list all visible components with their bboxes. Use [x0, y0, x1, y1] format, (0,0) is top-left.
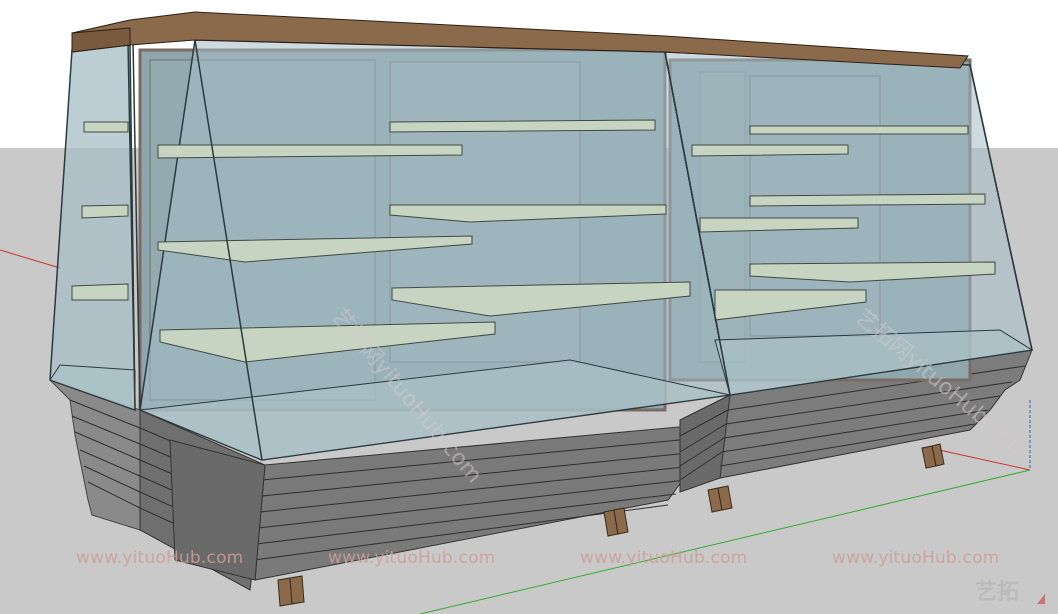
watermark-3: www.yituoHub.com: [580, 548, 748, 568]
3d-scene[interactable]: [0, 0, 1058, 614]
logo-mark-icon: [1037, 594, 1045, 604]
watermark-1: www.yituoHub.com: [76, 548, 244, 568]
watermark-4: www.yituoHub.com: [832, 548, 1000, 568]
watermark-2: www.yituoHub.com: [328, 548, 496, 568]
logo: 艺拓: [975, 580, 1020, 605]
viewport[interactable]: 艺拓网yituoHub.com 艺拓网yituoHub.com www.yitu…: [0, 0, 1058, 614]
